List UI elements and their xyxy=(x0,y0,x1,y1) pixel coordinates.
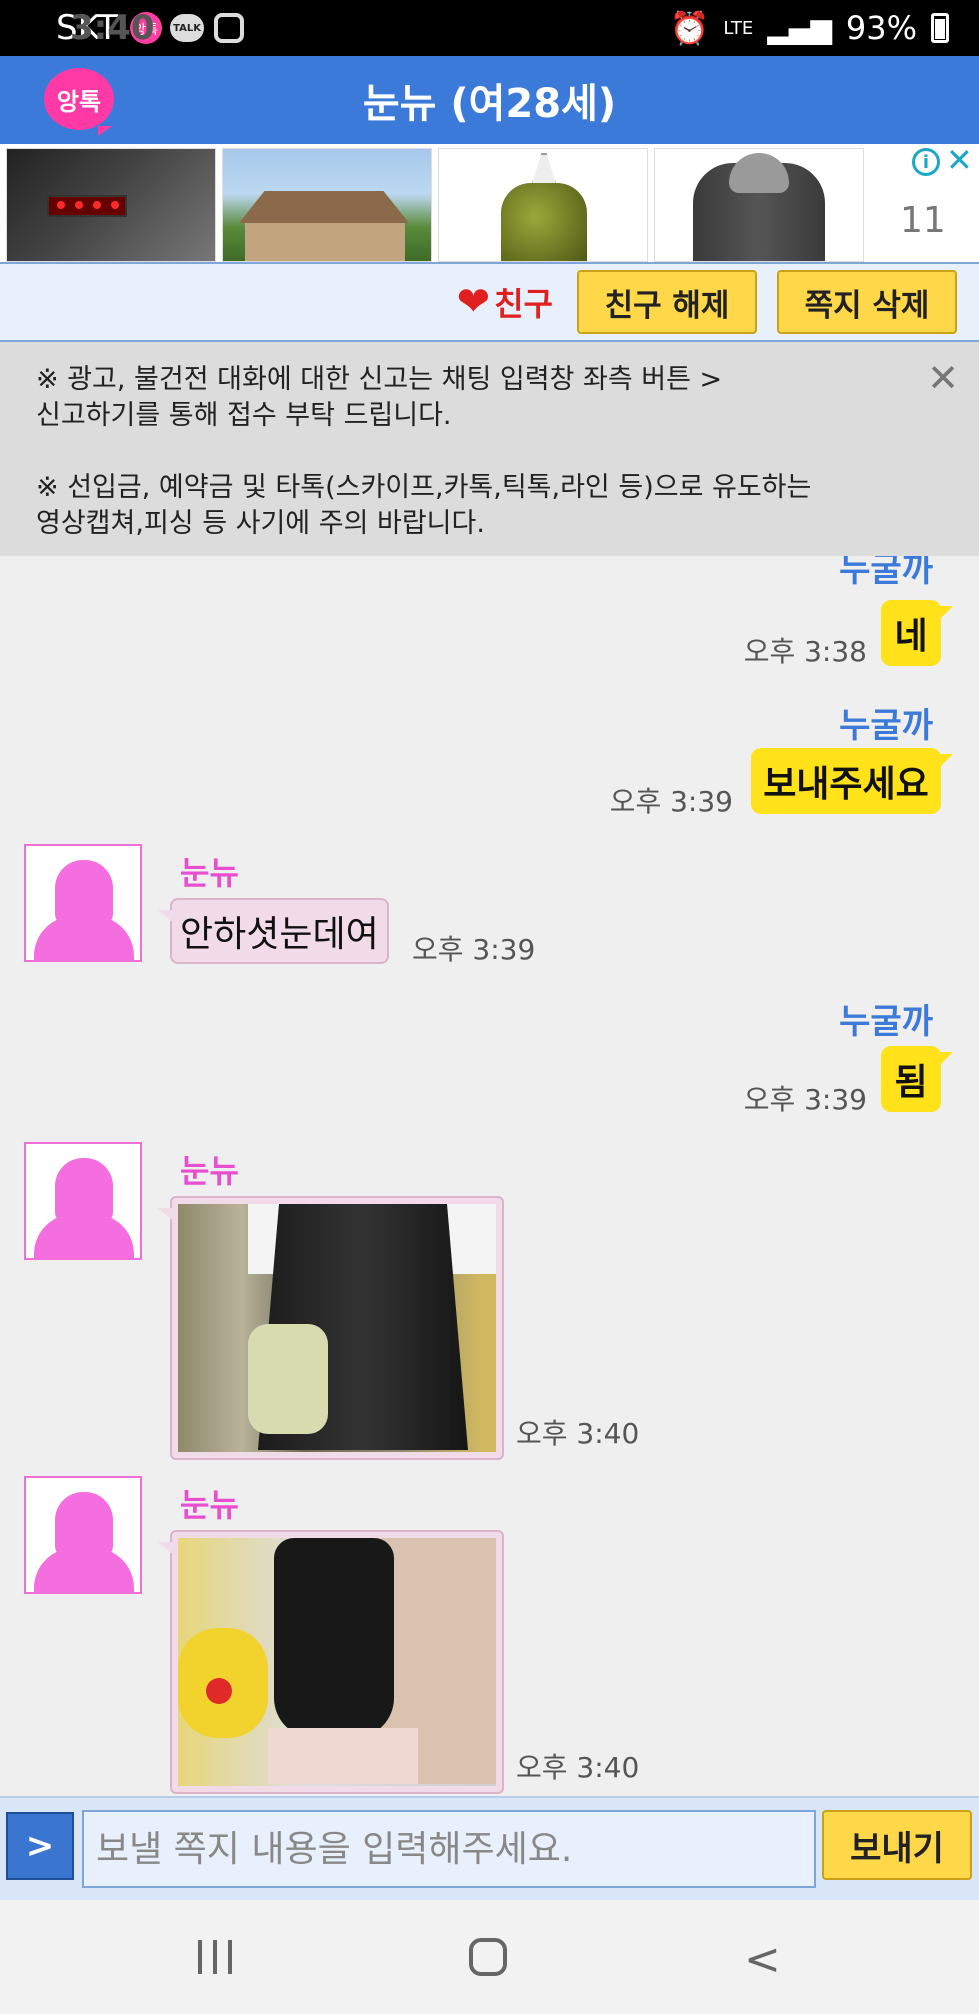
avatar[interactable] xyxy=(24,1476,142,1594)
bottle-cap-image xyxy=(531,153,557,187)
delete-message-button[interactable]: 쪽지 삭제 xyxy=(777,270,957,334)
led-dot xyxy=(111,201,119,209)
ad-info-icon[interactable]: i xyxy=(912,148,940,176)
friend-status: ❤ 친구 xyxy=(457,279,553,325)
chat-area[interactable]: 누굴까 네 오후 3:38 누굴까 보내주세요 오후 3:39 눈뉴 안하셧눈데… xyxy=(0,556,979,1796)
sender-name: 누굴까 xyxy=(839,556,933,590)
message-time: 오후 3:39 xyxy=(412,933,536,966)
photo-message[interactable] xyxy=(158,1196,504,1460)
network-label: LTE xyxy=(723,17,754,39)
notice-close-icon[interactable]: ✕ xyxy=(927,359,959,397)
gazebo-body-image xyxy=(245,223,405,261)
action-bar: ❤ 친구 친구 해제 쪽지 삭제 xyxy=(0,262,979,342)
photo-message[interactable] xyxy=(158,1530,504,1794)
clock: 3:40 xyxy=(70,8,155,48)
photo-detail xyxy=(268,1728,418,1784)
message-time: 오후 3:40 xyxy=(516,1751,640,1784)
photo-detail xyxy=(178,1628,268,1738)
battery-label: 93% xyxy=(845,9,917,47)
ad-item-oil-bottle[interactable] xyxy=(438,148,648,262)
back-icon[interactable]: < xyxy=(744,1934,781,1985)
notice-report-text: ※ 광고, 불건전 대화에 대한 신고는 채팅 입력창 좌측 버튼 > 신고하기… xyxy=(36,364,723,431)
sender-name: 눈뉴 xyxy=(180,854,239,892)
led-dot xyxy=(57,201,65,209)
avatar[interactable] xyxy=(24,844,142,962)
led-dot xyxy=(75,201,83,209)
talk-notification-icon: TALK xyxy=(170,14,205,42)
ad-banner[interactable]: 11 xyxy=(0,144,979,262)
friend-label: 친구 xyxy=(494,285,553,323)
sender-name: 눈뉴 xyxy=(180,1486,239,1524)
avatar[interactable] xyxy=(24,1142,142,1260)
app-header: 앙톡 눈뉴 (여28세) xyxy=(0,56,979,144)
hood-image xyxy=(729,153,789,193)
ad-item-jacket[interactable] xyxy=(654,148,864,262)
message-time: 오후 3:40 xyxy=(516,1417,640,1450)
message-bubble[interactable]: 됨 xyxy=(881,1046,953,1112)
message-bubble[interactable]: 보내주세요 xyxy=(751,748,953,814)
message-input[interactable] xyxy=(82,1810,816,1888)
avatar-shoulders xyxy=(34,1214,134,1258)
message-time: 오후 3:39 xyxy=(743,1083,867,1116)
notice-fraud-text: ※ 선입금, 예약금 및 타톡(스카이프,카톡,틱톡,라인 등)으로 유도하는 … xyxy=(36,472,812,539)
sender-name: 누굴까 xyxy=(839,1002,933,1042)
warning-notice: ※ 광고, 불건전 대화에 대한 신고는 채팅 입력창 좌측 버튼 > 신고하기… xyxy=(0,342,979,556)
ad-item-car-switch[interactable] xyxy=(6,148,216,262)
message-bubble[interactable]: 안하셧눈데여 xyxy=(158,898,389,964)
page-title: 눈뉴 (여28세) xyxy=(362,81,617,127)
send-button[interactable]: 보내기 xyxy=(822,1810,972,1880)
photo-detail xyxy=(248,1324,328,1434)
gazebo-roof-image xyxy=(239,191,409,223)
signal-icon: ▂▄▆ xyxy=(767,11,832,45)
recents-icon[interactable] xyxy=(198,1940,232,1974)
sender-name: 눈뉴 xyxy=(180,1152,239,1190)
message-time: 오후 3:39 xyxy=(609,785,733,818)
app-logo[interactable]: 앙톡 xyxy=(44,68,114,136)
bottle-image xyxy=(501,183,587,261)
input-bar: > 보내기 xyxy=(0,1796,979,1900)
status-bar: SKT 3:40 앙톡 TALK ⏰ LTE ▂▄▆ 93% xyxy=(0,0,979,56)
message-bubble[interactable]: 네 xyxy=(881,600,953,666)
sender-name: 누굴까 xyxy=(839,706,933,746)
ad-count: 11 xyxy=(900,200,946,241)
photo-detail xyxy=(274,1538,394,1738)
ad-item-gazebo[interactable] xyxy=(222,148,432,262)
system-nav-bar: < xyxy=(0,1900,979,2014)
screenshot-notification-icon xyxy=(214,13,245,43)
photo-image xyxy=(178,1538,496,1786)
avatar-shoulders xyxy=(34,916,134,960)
report-menu-button[interactable]: > xyxy=(6,1812,74,1880)
photo-image xyxy=(178,1204,496,1452)
ad-close-icon[interactable]: ✕ xyxy=(946,142,973,178)
unfriend-button[interactable]: 친구 해제 xyxy=(577,270,757,334)
heart-icon: ❤ xyxy=(456,279,491,325)
battery-icon xyxy=(931,13,949,43)
home-icon[interactable] xyxy=(469,1938,507,1976)
alarm-icon: ⏰ xyxy=(669,9,710,47)
avatar-shoulders xyxy=(34,1548,134,1592)
led-dot xyxy=(93,201,101,209)
message-time: 오후 3:38 xyxy=(743,635,867,668)
